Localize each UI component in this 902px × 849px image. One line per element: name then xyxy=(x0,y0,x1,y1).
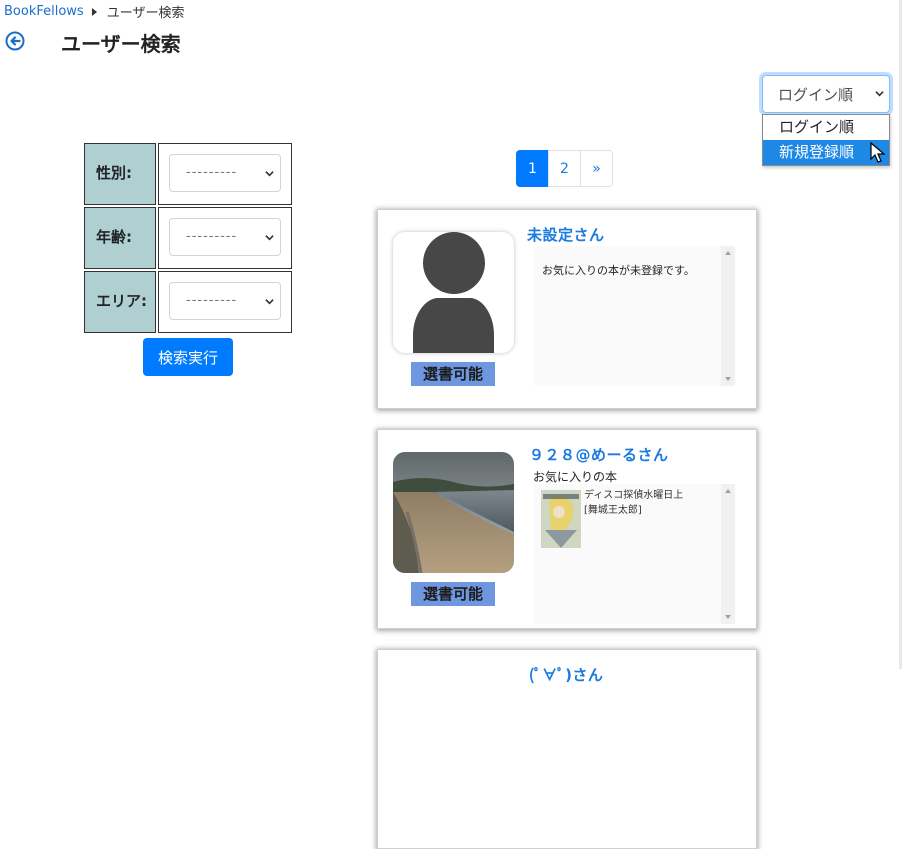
status-badge: 選書可能 xyxy=(411,362,495,386)
user-card[interactable]: 選書可能 未設定さん お気に入りの本が未登録です。 xyxy=(377,209,757,409)
book-cover-image[interactable] xyxy=(541,490,581,548)
user-card[interactable]: (ﾟ∀ﾟ)さん xyxy=(377,649,757,849)
avatar[interactable] xyxy=(393,452,514,573)
book-author: [舞城王太郎] xyxy=(584,505,642,516)
page-link-2[interactable]: 2 xyxy=(548,150,581,187)
avatar[interactable] xyxy=(393,232,514,353)
book-title[interactable]: ディスコ探偵水曜日上 xyxy=(584,488,683,503)
page-link-1[interactable]: 1 xyxy=(516,150,549,187)
pagination: 1 2 » xyxy=(516,150,613,187)
favorite-books-box: ディスコ探偵水曜日上 [舞城王太郎] xyxy=(534,484,735,624)
sort-option-login[interactable]: ログイン順 xyxy=(763,115,889,140)
caret-right-icon xyxy=(91,7,97,16)
back-arrow-icon[interactable] xyxy=(5,31,25,51)
beach-photo xyxy=(393,452,514,573)
search-filter-table: 性別: --------- 年齢: --------- エリア: -------… xyxy=(82,141,294,335)
area-select[interactable]: --------- xyxy=(169,282,281,320)
user-name-link[interactable]: ９２８@めーるさん xyxy=(529,444,669,465)
user-card[interactable]: 選書可能 ９２８@めーるさん お気に入りの本 ディスコ探偵水曜日上 [舞城王太郎… xyxy=(377,429,757,629)
sort-select[interactable]: ログイン順 xyxy=(762,75,890,113)
user-name-link[interactable]: (ﾟ∀ﾟ)さん xyxy=(529,664,603,685)
filter-label-age: 年齢: xyxy=(84,207,156,269)
filter-label-area: エリア: xyxy=(84,271,156,333)
age-select[interactable]: --------- xyxy=(169,218,281,256)
favorites-scrollbar[interactable] xyxy=(721,246,735,386)
gender-select[interactable]: --------- xyxy=(169,154,281,192)
page-next-link[interactable]: » xyxy=(580,150,613,187)
sort-selected-value: ログイン順 xyxy=(778,85,854,104)
user-name-link[interactable]: 未設定さん xyxy=(527,224,605,245)
chevron-down-icon xyxy=(875,91,884,97)
favorites-scrollbar[interactable] xyxy=(721,484,735,624)
chevron-down-icon xyxy=(265,171,274,177)
sort-dropdown-list: ログイン順 新規登録順 xyxy=(762,114,890,166)
favorites-heading: お気に入りの本 xyxy=(533,470,618,484)
breadcrumb-current: ユーザー検索 xyxy=(106,6,185,21)
favorites-empty-text: お気に入りの本が未登録です。 xyxy=(542,264,695,277)
sort-option-newest[interactable]: 新規登録順 xyxy=(763,140,889,165)
breadcrumb-home-link[interactable]: BookFellows xyxy=(4,4,84,19)
chevron-down-icon xyxy=(265,299,274,305)
filter-label-gender: 性別: xyxy=(84,143,156,205)
default-user-icon xyxy=(413,232,494,353)
breadcrumb: BookFellows ユーザー検索 xyxy=(4,2,184,21)
chevron-down-icon xyxy=(265,235,274,241)
search-submit-button[interactable]: 検索実行 xyxy=(143,338,233,376)
favorite-books-box: お気に入りの本が未登録です。 xyxy=(534,246,735,386)
page-title: ユーザー検索 xyxy=(61,32,181,56)
status-badge: 選書可能 xyxy=(411,582,495,606)
